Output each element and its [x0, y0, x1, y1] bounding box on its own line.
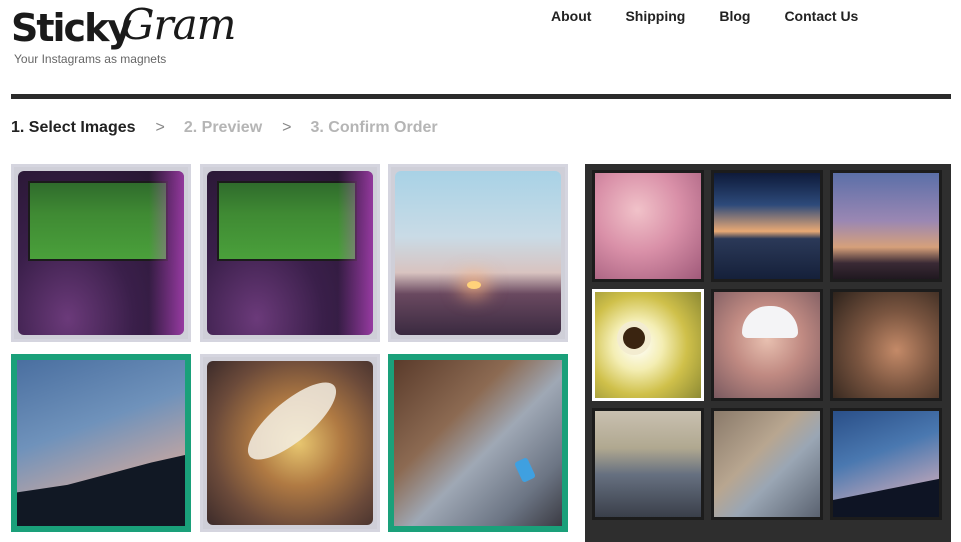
image-card-tv[interactable]	[11, 164, 191, 342]
step-select-images: 1. Select Images	[11, 119, 136, 136]
photo-boy-selfie	[595, 411, 701, 517]
feed-thumb[interactable]	[711, 170, 823, 282]
feed-thumb[interactable]	[830, 408, 942, 520]
image-card-food[interactable]	[200, 354, 380, 532]
photo-food-plate	[207, 361, 373, 525]
photo-contrail-sky	[833, 411, 939, 517]
logo-text-sticky: Sticky	[11, 6, 132, 50]
tagline: Your Instagrams as magnets	[14, 52, 167, 66]
nav-shipping-link[interactable]: Shipping	[625, 8, 685, 24]
step-separator: >	[282, 119, 292, 136]
step-separator: >	[155, 119, 165, 136]
image-card-legs[interactable]	[388, 354, 568, 532]
header-divider	[11, 94, 951, 99]
feed-thumb[interactable]	[711, 408, 823, 520]
feed-thumb[interactable]	[830, 170, 942, 282]
feed-thumb[interactable]	[711, 289, 823, 401]
photo-baby-hat	[714, 292, 820, 398]
nav-about-link[interactable]: About	[551, 8, 591, 24]
feed-thumb[interactable]	[592, 170, 704, 282]
photo-sunset-sky	[395, 171, 561, 335]
image-card-tv[interactable]	[200, 164, 380, 342]
photo-legs-phone	[714, 411, 820, 517]
main-nav: About Shipping Blog Contact Us	[551, 8, 892, 24]
photo-newborn-blanket	[595, 173, 701, 279]
photo-palm-trees	[833, 173, 939, 279]
image-card-contrail[interactable]	[11, 354, 191, 532]
photo-legs-phone	[394, 360, 562, 526]
logo-text-gram: Gram	[121, 0, 236, 49]
photo-contrail-sky	[17, 360, 185, 526]
step-preview: 2. Preview	[183, 119, 263, 136]
feed-thumb[interactable]	[830, 289, 942, 401]
photo-tv-football	[18, 171, 184, 335]
checkout-steps: 1. Select Images > 2. Preview > 3. Confi…	[11, 119, 438, 137]
image-card-sunset[interactable]	[388, 164, 568, 342]
photo-lake-sunset	[714, 173, 820, 279]
photo-coffee-cup	[595, 292, 701, 398]
nav-blog-link[interactable]: Blog	[719, 8, 750, 24]
site-logo[interactable]: Sticky Gram	[11, 0, 236, 52]
photo-tv-football	[207, 171, 373, 335]
photo-couple	[833, 292, 939, 398]
feed-thumb-selected[interactable]	[592, 289, 704, 401]
feed-thumb[interactable]	[592, 408, 704, 520]
nav-contact-link[interactable]: Contact Us	[784, 8, 858, 24]
instagram-feed-panel	[585, 164, 951, 542]
step-confirm-order: 3. Confirm Order	[310, 119, 438, 136]
